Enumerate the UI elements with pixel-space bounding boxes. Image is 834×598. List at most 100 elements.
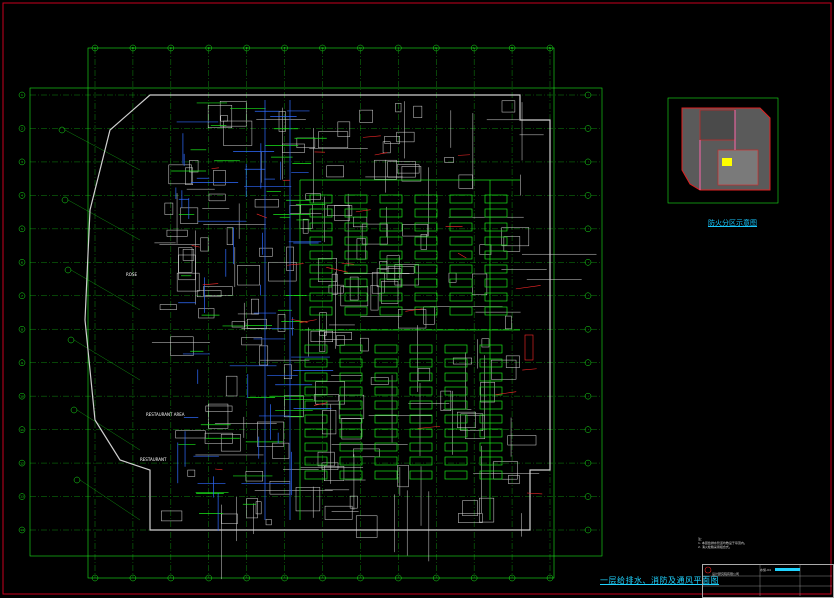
duct-module	[340, 387, 362, 395]
wall-segment	[255, 199, 279, 207]
grid-label: H	[359, 46, 361, 50]
note-line: 2. 消火栓箱采用组合式。	[698, 545, 788, 549]
wall-segment	[297, 138, 315, 148]
fire-pipe	[363, 136, 381, 138]
grid-bubble	[74, 477, 80, 483]
grid-label: C	[170, 46, 172, 50]
duct-module	[485, 251, 507, 259]
duct-module	[410, 415, 432, 423]
wall-segment	[398, 310, 426, 329]
duct-module	[340, 401, 362, 409]
duct-module	[340, 359, 362, 367]
wall-segment	[223, 121, 251, 145]
wall-segment	[189, 160, 198, 172]
grid-label: 4	[21, 194, 23, 198]
grid-label: E	[246, 46, 248, 50]
duct-module	[375, 429, 397, 437]
duct-module	[410, 457, 432, 465]
wall-segment	[414, 106, 422, 118]
wall-segment	[505, 316, 511, 329]
duct-module	[485, 265, 507, 273]
duct-module	[410, 345, 432, 353]
duct-module	[450, 307, 472, 315]
duct-module	[415, 293, 437, 301]
key-plan-highlight	[722, 158, 732, 166]
wall-segment	[481, 382, 495, 402]
wall-segment	[491, 360, 516, 379]
grid-label: 1	[21, 93, 23, 97]
wall-segment	[356, 516, 377, 538]
fire-pipe	[203, 284, 218, 285]
column-grid: 1234567891011121314ABCDEFGHJKLMN	[19, 45, 602, 581]
wall-segment	[457, 412, 475, 428]
wall-segment	[318, 258, 336, 281]
wall-segment	[421, 234, 427, 249]
duct-module	[450, 293, 472, 301]
wall-segment	[237, 265, 259, 285]
duct-module	[380, 279, 402, 287]
grid-label: 5	[21, 227, 23, 231]
grid-label: 6	[21, 261, 23, 265]
fire-pipe	[257, 214, 267, 218]
key-plan[interactable]	[668, 98, 778, 203]
wall-segment	[171, 337, 194, 356]
wall-segment	[381, 281, 398, 303]
cad-viewport[interactable]: 1234567891011121314ABCDEFGHJKLMN	[0, 0, 834, 597]
wall-segment	[357, 239, 366, 259]
duct-module	[410, 429, 432, 437]
duct-module	[445, 359, 467, 367]
duct-module	[415, 209, 437, 217]
wall-segment	[320, 313, 327, 336]
fire-pipe	[287, 264, 303, 266]
wall-segment	[226, 376, 237, 396]
drawing-notes: 注： 1. 本层给排水管道均敷设于吊顶内。 2. 消火栓箱采用组合式。	[698, 537, 788, 549]
duct-module	[380, 293, 402, 301]
duct-module	[480, 387, 502, 395]
wall-segment	[266, 519, 271, 524]
duct-module	[410, 387, 432, 395]
duct-module	[375, 415, 397, 423]
fire-pipe	[342, 263, 354, 264]
duct-module	[485, 279, 507, 287]
grid-label: 10	[20, 394, 24, 398]
duct-module	[340, 373, 362, 381]
duct-module	[450, 209, 472, 217]
wall-segment	[188, 470, 195, 476]
wall-segment	[335, 205, 350, 220]
duct-module	[375, 401, 397, 409]
key-plan-zone-2	[718, 150, 758, 185]
wall-segment	[360, 338, 368, 351]
room-label: RESTAURANT AREA	[146, 412, 184, 417]
duct-module	[485, 293, 507, 301]
grid-bubble	[62, 197, 68, 203]
grid-label: 14	[20, 528, 24, 532]
duct-module	[445, 429, 467, 437]
wall-segment	[256, 502, 261, 514]
fire-pipe	[458, 155, 470, 156]
wall-segment	[209, 194, 225, 201]
duct-module	[445, 373, 467, 381]
grid-bubble	[59, 127, 65, 133]
duct-module	[450, 223, 472, 231]
wall-segment	[290, 205, 301, 213]
fire-pipe	[458, 253, 466, 258]
wall-segment	[353, 217, 367, 227]
wall-segment	[324, 332, 352, 339]
wall-segment	[314, 394, 338, 401]
duct-module	[305, 457, 327, 465]
duct-module	[340, 345, 362, 353]
duct-module	[340, 457, 362, 465]
grid-label: 12	[20, 461, 24, 465]
wall-segment	[459, 175, 473, 188]
floor-plan-drawing[interactable]: 1234567891011121314ABCDEFGHJKLMN	[0, 0, 834, 597]
duct-module	[310, 237, 332, 245]
duct-module	[375, 387, 397, 395]
duct-module	[305, 373, 327, 381]
duct-module	[480, 457, 502, 465]
wall-segment	[272, 443, 289, 458]
key-plan-zone-1	[700, 110, 735, 140]
wall-segment	[284, 365, 291, 379]
wall-segment	[251, 299, 258, 314]
duct-module	[445, 345, 467, 353]
duct-module	[375, 359, 397, 367]
